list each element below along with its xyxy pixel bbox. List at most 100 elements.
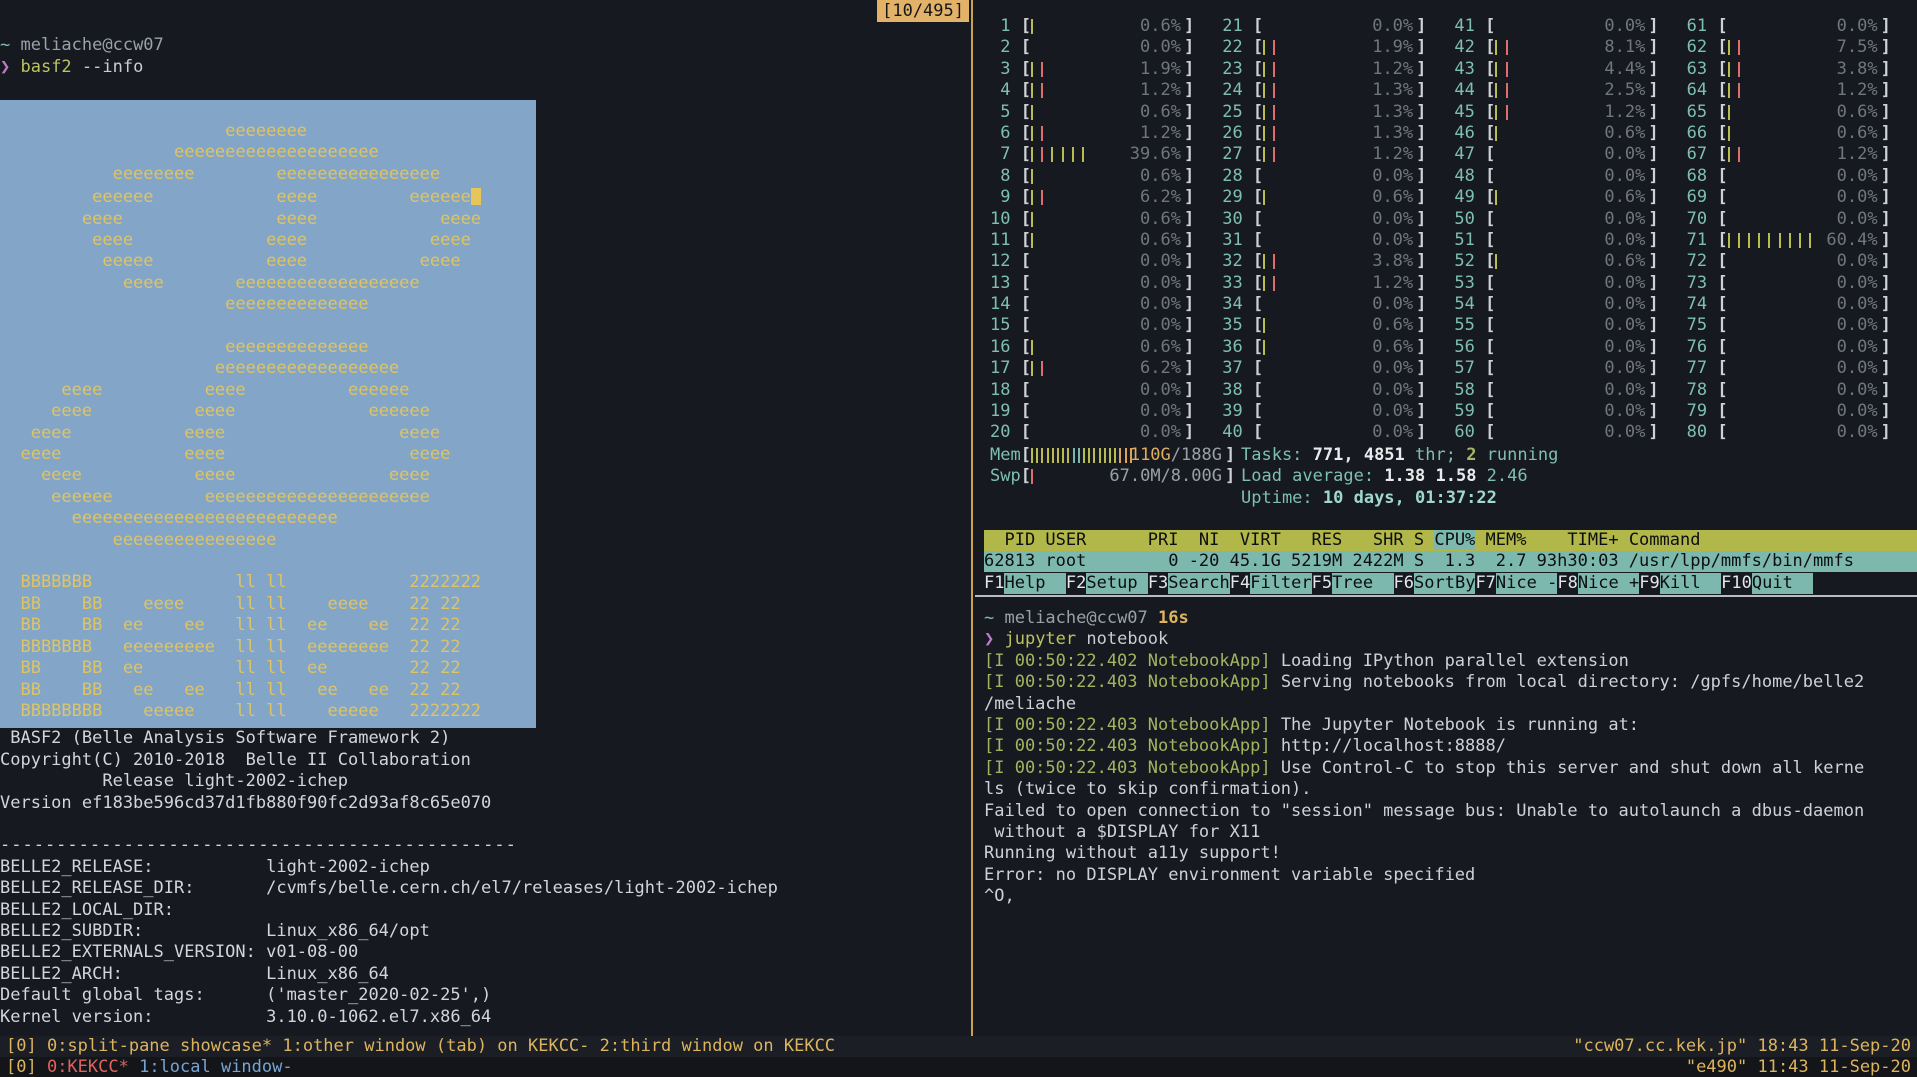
log-line: /meliache [984,694,1917,715]
cpu-percent: 60.4% [1826,230,1877,251]
window-item-0[interactable]: 0:split-pane showcase* [47,1036,282,1056]
bracket: ] [1184,294,1194,314]
log-line: Failed to open connection to "session" m… [984,801,1917,822]
bracket: ] [1416,315,1426,335]
fkey-f7[interactable]: F7Nice - [1475,573,1557,594]
cpu-number: 21 [1222,16,1242,37]
sort-column-cpu[interactable]: CPU% [1434,530,1475,550]
cpu-percent: 0.0% [1140,315,1181,336]
cpu-percent: 1.2% [1837,144,1878,165]
bracket: [ [1475,401,1495,421]
process-table-row[interactable]: 62813 root 0 -20 45.1G 5219M 2422M S 1.3… [984,551,1917,572]
meter-body: 0.0% [1728,401,1881,422]
cpu-number: 1 [990,16,1010,37]
bracket: ] [1416,230,1426,250]
fkey-f1[interactable]: F1Help [984,573,1066,594]
htop-summary: Tasks: 771, 4851 thr; 2 running Load ave… [1241,445,1558,509]
cpu-number: 14 [990,294,1010,315]
bracket: [ [1707,102,1727,122]
cpu-number: 76 [1687,337,1707,358]
meter-body: 1.2% [1263,144,1416,165]
meter-bar [1031,340,1033,355]
terminal-cursor [471,188,481,205]
cpu-number: 69 [1687,187,1707,208]
cpu-number: 6 [990,123,1010,144]
blank-line [0,814,971,835]
fkey-f4[interactable]: F4Filter [1230,573,1312,594]
window-item-1[interactable]: 1:other window (tab) on KEKCC- [282,1036,599,1056]
cpu-percent: 0.6% [1140,209,1181,230]
log-text: Failed to open connection to "session" m… [984,801,1864,821]
meter-bar [1758,233,1760,248]
meter-body: 1.2% [1263,59,1416,80]
env-row: BELLE2_LOCAL_DIR: [0,900,971,921]
bracket: [ [1475,380,1495,400]
meter-bar [1031,361,1033,376]
cpu-number: 43 [1454,59,1474,80]
bracket: ] [1648,37,1658,57]
bracket: ] [1184,358,1194,378]
pane-divider-horizontal[interactable] [975,595,1917,597]
fkey-f10[interactable]: F10Quit [1721,573,1813,594]
log-line: [I 00:50:22.403 NotebookApp] http://loca… [984,736,1917,757]
meter-bar [1728,62,1730,77]
jupyter-log: [I 00:50:22.402 NotebookApp] Loading IPy… [984,651,1917,908]
bracket: [ [1243,401,1263,421]
cpu-meter-row: 7 [39.6%]27 [1.2%]47 [0.0%]67 [1.2%] [990,144,1891,165]
meter-body: 0.0% [1728,358,1881,379]
command-name: basf2 [20,57,71,77]
bracket: [ [1475,59,1495,79]
fkey-f2[interactable]: F2Setup [1066,573,1148,594]
fkey-f9[interactable]: F9Kill [1639,573,1721,594]
meter-body: 3.8% [1263,251,1416,272]
cpu-meter-47: 47 [0.0%] [1454,144,1658,165]
cpu-percent: 0.6% [1372,337,1413,358]
fkey-f6[interactable]: F6SortBy [1394,573,1476,594]
bracket: [ [1010,294,1030,314]
bracket: ] [1184,102,1194,122]
cpu-percent: 0.0% [1372,358,1413,379]
window-item-2[interactable]: 2:third window on KEKCC [600,1036,835,1056]
blank-line [0,78,971,99]
cpu-meter-70: 70 [0.0%] [1687,209,1891,230]
logo-art-line [0,316,536,337]
bracket: [ [1010,422,1030,442]
command-name: jupyter [1004,629,1076,649]
cpu-percent: 3.8% [1372,251,1413,272]
cpu-percent: 0.0% [1837,422,1878,443]
env-var-value: light-2002-ichep [266,857,430,877]
basf2-logo-box: eeeeeeee eeeeeeeeeeeeeeeeeeee eeeeeeee e… [0,100,536,729]
meter-bar [1738,83,1740,98]
meter-body: 0.0% [1031,294,1184,315]
fkey-number: F5 [1312,573,1332,594]
bracket: [ [1475,315,1495,335]
env-variables-list: BELLE2_RELEASE: light-2002-ichepBELLE2_R… [0,857,971,1028]
pane-divider-vertical[interactable] [971,0,973,1036]
cpu-percent: 0.6% [1140,230,1181,251]
fkey-f5[interactable]: F5Tree [1312,573,1394,594]
meter-bar [1263,276,1265,291]
fkey-f3[interactable]: F3Search [1148,573,1230,594]
cpu-number: 30 [1222,209,1242,230]
cpu-meter-33: 33 [1.2%] [1222,273,1426,294]
bracket: ] [1881,251,1891,271]
meter-bar [1273,40,1275,55]
log-text: Error: no DISPLAY environment variable s… [984,865,1475,885]
cpu-percent: 0.0% [1837,16,1878,37]
logo-art-line: BB BB eeee ll ll eeee 22 22 [0,594,536,615]
cpu-meter-63: 63 [3.8%] [1687,59,1891,80]
cpu-meter-60: 60 [0.0%] [1454,422,1658,443]
process-table-header[interactable]: PID USER PRI NI VIRT RES SHR S CPU% MEM%… [984,530,1917,551]
bracket: [ [1243,102,1263,122]
fkey-f8[interactable]: F8Nice + [1557,573,1639,594]
cpu-percent: 0.0% [1837,187,1878,208]
window-item-current[interactable]: 0:KEKCC* [47,1057,139,1077]
meter-bar [1067,448,1069,463]
command-duration: 16s [1158,608,1189,628]
bracket: [ [1243,337,1263,357]
window-item-other[interactable]: 1:local window- [139,1057,293,1077]
meter-bar [1263,62,1265,77]
cpu-meter-77: 77 [0.0%] [1687,358,1891,379]
bracket: ] [1184,144,1194,164]
blank-line [0,14,971,35]
